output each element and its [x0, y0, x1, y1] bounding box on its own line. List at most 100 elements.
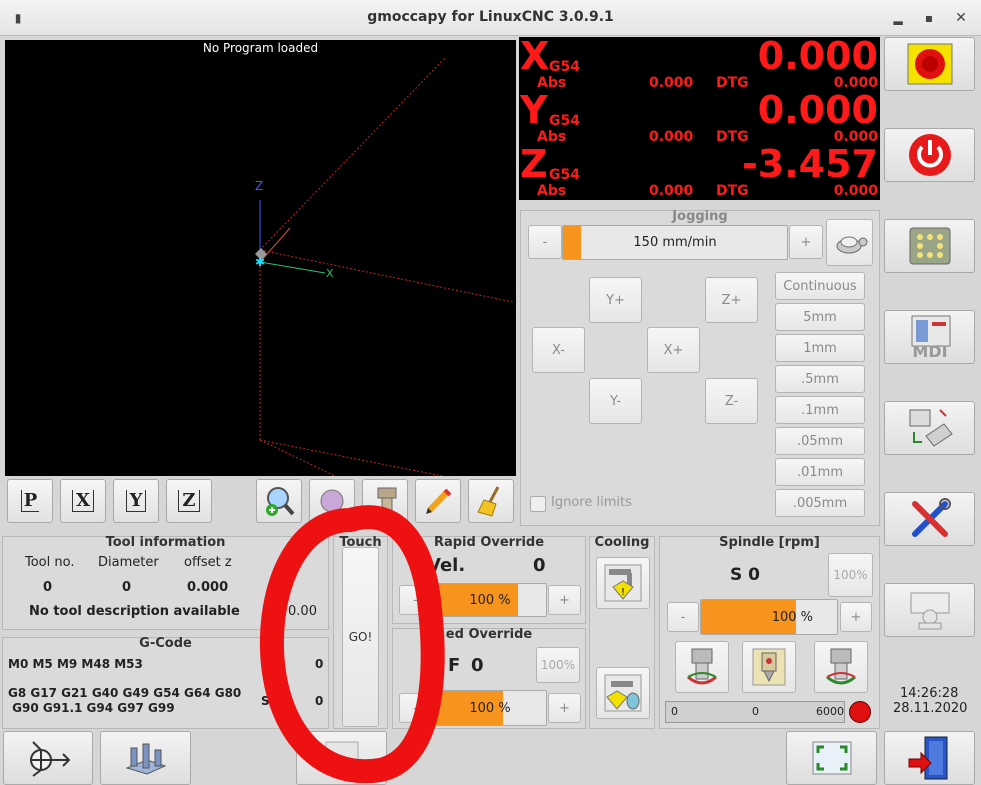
jog-speed-plus-button[interactable]: +	[789, 225, 823, 259]
zoom-out-button[interactable]	[309, 479, 355, 523]
rapid-plus-button[interactable]: +	[548, 585, 581, 615]
feed-reset-button[interactable]: 100%	[536, 647, 580, 683]
mist-coolant-button[interactable]	[596, 667, 650, 719]
spindle-at-speed-led	[849, 701, 871, 723]
dro-x-coord: G54	[549, 59, 580, 75]
tool-diameter-value: 0	[122, 580, 132, 595]
settings-button[interactable]	[884, 492, 975, 546]
user-tabs-button[interactable]	[884, 583, 975, 637]
show-tool-button[interactable]	[362, 479, 408, 523]
jog-speed-slider[interactable]: 150 mm/min	[562, 225, 788, 260]
feed-override-frame: ed Override F 0 100% - 100 % +	[392, 627, 586, 729]
tool-extra-value: = 0.00	[273, 604, 317, 619]
increment-0-5mm[interactable]: .5mm	[775, 365, 865, 393]
touch-off-button[interactable]	[100, 731, 191, 785]
spindle-stop-button[interactable]	[742, 641, 796, 693]
jog-y-minus-button[interactable]: Y-	[589, 378, 642, 424]
spindle-plus-button[interactable]: +	[840, 602, 872, 632]
spindle-ccw-button[interactable]	[675, 641, 729, 693]
view-p-button[interactable]: P	[7, 479, 53, 523]
flood-coolant-button[interactable]: !	[596, 557, 650, 609]
cooling-frame: Cooling !	[589, 535, 655, 729]
feed-override-slider[interactable]: 100 %	[433, 690, 547, 726]
touch-go-button[interactable]: GO!	[342, 547, 379, 727]
feed-override-title: ed Override	[445, 627, 533, 642]
preview-axis-z: Z	[255, 179, 264, 193]
hidden-bottom-button[interactable]	[296, 731, 387, 785]
homing-button[interactable]	[3, 731, 93, 785]
spindle-frame: Spindle [rpm] S 0 100% - 100 % + 0 0 600…	[659, 535, 880, 729]
zoom-icon	[266, 487, 295, 516]
spindle-bar-mid: 0	[752, 705, 759, 718]
jog-speed-value: 150 mm/min	[633, 235, 717, 250]
tool-offset-header: offset z	[184, 555, 232, 570]
increment-continuous[interactable]: Continuous	[775, 272, 865, 300]
fullscreen-icon	[812, 741, 851, 775]
rapid-minus-button[interactable]: -	[399, 585, 432, 615]
increment-0-01mm[interactable]: .01mm	[775, 458, 865, 486]
spindle-speed-bar: 0 0 6000	[665, 701, 845, 723]
dro-y-coord: G54	[549, 113, 580, 129]
jog-turtle-button[interactable]	[826, 219, 873, 266]
jog-y-plus-button[interactable]: Y+	[589, 277, 642, 323]
view-z-button[interactable]: Z	[166, 479, 212, 523]
increment-5mm[interactable]: 5mm	[775, 303, 865, 331]
window-title: gmoccapy for LinuxCNC 3.0.9.1	[367, 9, 614, 25]
dro-panel: X G54 Abs 0.000 0.000 DTG 0.000 Y G54 Ab…	[519, 37, 880, 200]
exit-button[interactable]	[884, 731, 975, 785]
tool-info-title: Tool information	[105, 535, 226, 550]
spindle-minus-button[interactable]: -	[667, 602, 699, 632]
clock-date: 28.11.2020	[893, 701, 968, 716]
view-x-button[interactable]: X	[60, 479, 106, 523]
spindle-cw-button[interactable]	[814, 641, 868, 693]
close-icon[interactable]: ✕	[953, 10, 969, 26]
fullscreen-button[interactable]	[786, 731, 877, 785]
dro-z-abs: 0.000	[649, 183, 694, 199]
increment-0-005mm[interactable]: .005mm	[775, 489, 865, 517]
title-bar: ▮ gmoccapy for LinuxCNC 3.0.9.1 ▂ ▪ ✕	[0, 0, 981, 36]
mdi-mode-button[interactable]: MDI	[884, 310, 975, 364]
rapid-override-slider[interactable]: 100 %	[433, 583, 547, 617]
increment-1mm[interactable]: 1mm	[775, 334, 865, 362]
maximize-icon[interactable]: ▪	[921, 10, 937, 26]
edit-button[interactable]	[415, 479, 461, 523]
minimize-icon[interactable]: ▂	[890, 10, 906, 26]
dro-y-value[interactable]: 0.000	[758, 91, 878, 129]
rapid-vel-label: Vel.	[427, 555, 466, 576]
dro-x-value[interactable]: 0.000	[758, 37, 878, 75]
view-y-button[interactable]: Y	[113, 479, 159, 523]
tools-icon	[911, 498, 951, 537]
dro-z-dtg-label: DTG	[716, 183, 749, 199]
dro-x-axis: X	[520, 34, 550, 78]
ignore-limits-checkbox[interactable]	[530, 496, 546, 512]
feed-minus-button[interactable]: -	[399, 693, 432, 723]
jog-speed-minus-button[interactable]: -	[528, 225, 562, 259]
preview-canvas[interactable]: No Program loaded ✱ Z X	[5, 40, 516, 476]
machine-power-button[interactable]	[884, 128, 975, 182]
clear-plot-button[interactable]	[468, 479, 514, 523]
gcode-s-label: S	[261, 694, 270, 708]
workpiece-icon	[124, 743, 166, 775]
spindle-bar-max: 6000	[816, 705, 844, 718]
jog-x-minus-button[interactable]: X-	[532, 327, 585, 373]
spindle-reset-button[interactable]: 100%	[828, 553, 873, 597]
tool-offset-value: 0.000	[187, 580, 229, 595]
jog-x-plus-button[interactable]: X+	[647, 327, 700, 373]
increment-0-1mm[interactable]: .1mm	[775, 396, 865, 424]
jog-z-minus-button[interactable]: Z-	[705, 378, 758, 424]
feed-plus-button[interactable]: +	[548, 693, 581, 723]
dro-z-value[interactable]: -3.457	[742, 145, 878, 183]
spindle-speed-value: S 0	[730, 565, 760, 585]
spindle-ccw-icon	[687, 648, 717, 685]
manual-mode-button[interactable]	[884, 219, 975, 273]
svg-text:✱: ✱	[255, 255, 265, 269]
emergency-stop-button[interactable]	[884, 37, 975, 91]
svg-text:!: !	[621, 587, 625, 598]
increment-0-05mm[interactable]: .05mm	[775, 427, 865, 455]
zoom-button[interactable]	[256, 479, 302, 523]
jog-z-plus-button[interactable]: Z+	[705, 277, 758, 323]
svg-text:MDI: MDI	[912, 342, 947, 360]
spindle-override-slider[interactable]: 100 %	[700, 599, 838, 635]
dro-y-axis: Y	[520, 88, 548, 132]
auto-mode-button[interactable]	[884, 401, 975, 455]
